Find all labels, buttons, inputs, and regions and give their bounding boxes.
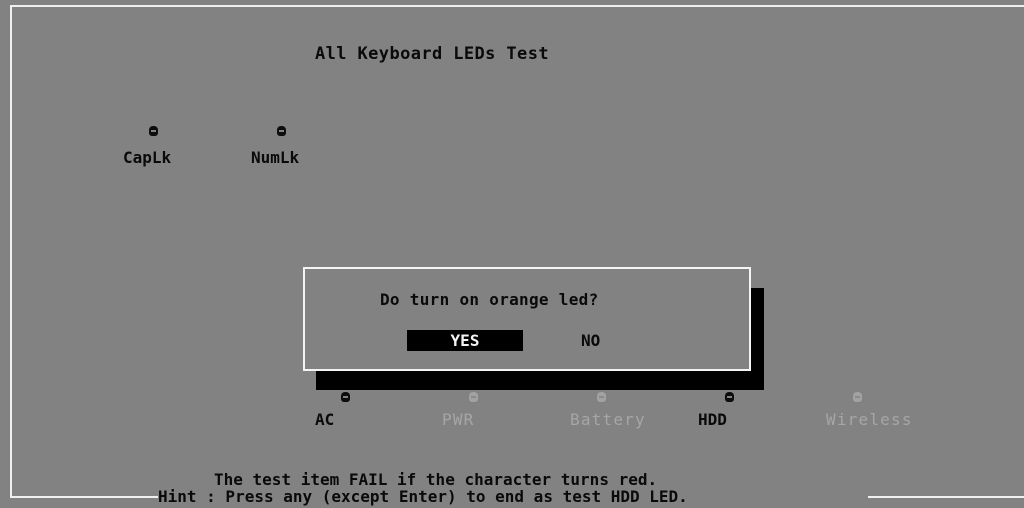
hdd-label: HDD xyxy=(698,410,727,429)
wireless-label: Wireless xyxy=(826,410,913,429)
frame-border-bottom xyxy=(10,496,158,498)
numlk-label: NumLk xyxy=(251,148,300,167)
pwr-led-icon xyxy=(469,392,478,402)
hint-text: Hint : Press any (except Enter) to end a… xyxy=(158,487,868,507)
no-button[interactable]: NO xyxy=(581,330,600,351)
ac-label: AC xyxy=(315,410,335,429)
dialog-question: Do turn on orange led? xyxy=(380,290,599,309)
ac-led-icon xyxy=(341,392,350,402)
hint-label: Hint : Press any (except Enter) to end a… xyxy=(158,487,688,506)
wireless-led-icon xyxy=(853,392,862,402)
pwr-label: PWR xyxy=(442,410,475,429)
page-title: All Keyboard LEDs Test xyxy=(315,44,549,64)
hdd-led-icon xyxy=(725,392,734,402)
caplk-led-icon xyxy=(149,126,158,136)
test-screen: All Keyboard LEDs Test CapLk NumLk Do tu… xyxy=(0,0,1024,508)
battery-led-icon xyxy=(597,392,606,402)
battery-label: Battery xyxy=(570,410,646,429)
yes-button[interactable]: YES xyxy=(407,330,523,351)
confirm-dialog: Do turn on orange led? YES NO xyxy=(303,267,751,371)
frame-border-top xyxy=(10,5,1024,7)
frame-border-left xyxy=(10,5,12,498)
numlk-led-icon xyxy=(277,126,286,136)
frame-border-bottom xyxy=(868,496,1024,498)
caplk-label: CapLk xyxy=(123,148,172,167)
